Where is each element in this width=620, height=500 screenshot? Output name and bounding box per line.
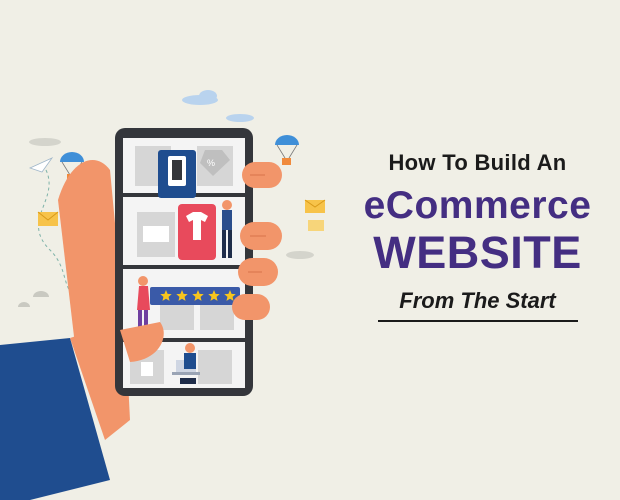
parachute-icon xyxy=(275,135,299,165)
headline-line1: How To Build An xyxy=(388,150,567,175)
headline-underline xyxy=(377,320,578,322)
headline-line4: From The Start xyxy=(399,288,556,313)
tshirt-icon xyxy=(178,204,216,260)
smartphone-icon xyxy=(158,150,196,198)
bag-icon xyxy=(141,362,153,376)
svg-text:%: % xyxy=(207,158,215,168)
headline-line2: eCommerce xyxy=(363,184,592,227)
parachute-icon xyxy=(18,291,49,307)
headline-line3: WEBSITE xyxy=(373,227,582,278)
cloud-icon xyxy=(182,90,254,122)
headline-block: How To Build An eCommerce WEBSITE From T… xyxy=(350,150,605,322)
